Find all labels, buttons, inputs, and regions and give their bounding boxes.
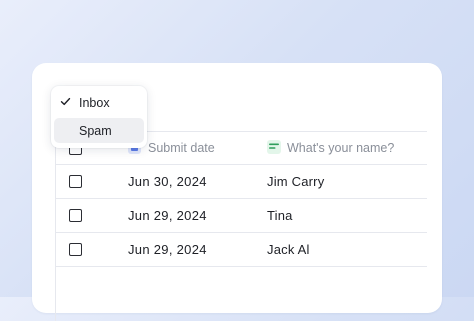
name-cell: Jim Carry <box>267 174 325 189</box>
short-text-icon <box>267 140 281 154</box>
menu-item-spam[interactable]: Spam <box>54 118 144 143</box>
row-checkbox[interactable] <box>69 209 82 222</box>
row-checkbox[interactable] <box>69 243 82 256</box>
table-row[interactable]: Jun 30, 2024 Jim Carry <box>55 165 427 199</box>
table-row[interactable]: Jun 29, 2024 Jack Al <box>55 233 427 267</box>
submit-date-cell: Jun 29, 2024 <box>128 208 207 223</box>
table-row[interactable]: Jun 29, 2024 Tina <box>55 199 427 233</box>
responses-table: Submit date What's your name? Jun 30, 20… <box>55 131 427 321</box>
name-cell: Jack Al <box>267 242 310 257</box>
check-icon <box>60 96 71 110</box>
menu-item-label: Spam <box>79 124 112 138</box>
submit-date-cell: Jun 29, 2024 <box>128 242 207 257</box>
submit-date-cell: Jun 30, 2024 <box>128 174 207 189</box>
submit-date-column-header[interactable]: Submit date <box>148 141 215 155</box>
menu-item-label: Inbox <box>79 96 110 110</box>
table-empty-row <box>55 267 427 301</box>
menu-item-inbox[interactable]: Inbox <box>54 90 144 115</box>
name-column-header[interactable]: What's your name? <box>287 141 394 155</box>
name-cell: Tina <box>267 208 293 223</box>
row-checkbox[interactable] <box>69 175 82 188</box>
folder-dropdown-menu: Inbox Spam <box>51 86 147 148</box>
